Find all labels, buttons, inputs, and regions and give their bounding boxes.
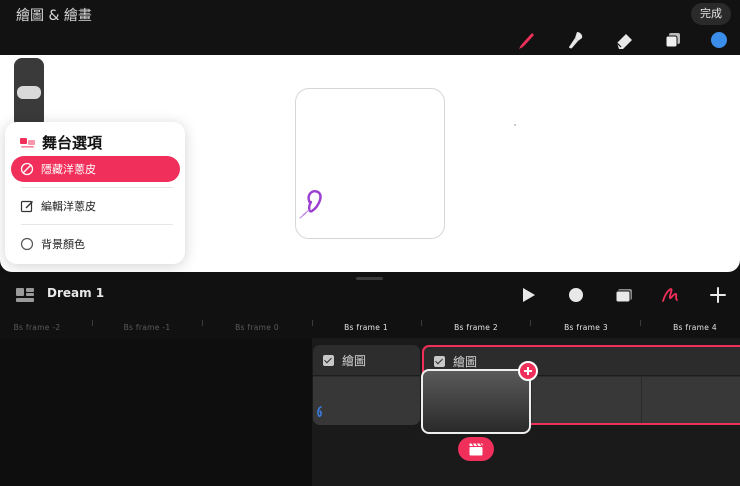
track-header: 繪圖 [313, 345, 420, 376]
slider-thumb[interactable] [17, 86, 41, 99]
hide-onion-skin-option[interactable]: 隱藏洋蔥皮 [11, 156, 180, 182]
popup-header: 舞台選項 [20, 132, 102, 153]
top-bar: 繪圖 & 繪畫 完成 [0, 0, 740, 55]
smudge-icon[interactable] [565, 29, 587, 51]
side-size-slider[interactable] [14, 58, 44, 128]
frame-label[interactable]: Bs frame 1 [344, 323, 388, 332]
project-name: Dream 1 [47, 286, 105, 300]
circle-icon [20, 237, 34, 251]
add-icon[interactable] [708, 285, 728, 305]
color-swatch-icon[interactable] [708, 29, 730, 51]
frame-divider [641, 377, 642, 423]
track-frame-cell[interactable] [313, 377, 420, 425]
eraser-icon[interactable] [613, 29, 635, 51]
record-icon[interactable] [566, 285, 586, 305]
frame-label[interactable]: Bs frame 2 [454, 323, 498, 332]
option-label: 隱藏洋蔥皮 [41, 163, 96, 176]
divider [21, 187, 173, 188]
frame-label[interactable]: Bs frame 3 [564, 323, 608, 332]
ruler-tick [202, 320, 203, 326]
background-color-option[interactable]: 背景顏色 [11, 231, 180, 257]
track-name: 繪圖 [342, 353, 367, 368]
track-clip[interactable]: 繪圖 [313, 345, 420, 425]
brush-icon[interactable] [516, 29, 538, 51]
ruler-tick [530, 320, 531, 326]
option-label: 背景顏色 [41, 238, 85, 251]
frame-label: Bs frame 0 [235, 323, 279, 332]
edit-icon [20, 200, 33, 213]
stage: 舞台選項 隱藏洋蔥皮 編輯洋蔥皮 背景顏色 [0, 55, 740, 272]
stage-options-icon [20, 137, 35, 148]
ruler-tick [421, 320, 422, 326]
frame-label: Bs frame -2 [13, 323, 61, 332]
timeline-empty-region [0, 338, 312, 486]
frame-thumbnail-stroke [317, 406, 322, 417]
ruler-tick [312, 320, 313, 326]
ruler-tick [92, 320, 93, 326]
done-button[interactable]: 完成 [691, 3, 731, 25]
track-visibility-checkbox[interactable] [323, 354, 334, 366]
frames-icon[interactable] [614, 285, 634, 305]
edit-onion-skin-option[interactable]: 編輯洋蔥皮 [11, 193, 180, 219]
timeline-toolbar: Dream 1 [0, 280, 740, 310]
stage-options-popup: 舞台選項 隱藏洋蔥皮 編輯洋蔥皮 背景顏色 [5, 122, 185, 264]
app-title: 繪圖 & 繪畫 [16, 8, 92, 24]
frame-ruler: Bs frame -2 Bs frame -1 Bs frame 0 Bs fr… [0, 320, 740, 338]
storyboard-icon[interactable] [16, 288, 34, 302]
popup-title: 舞台選項 [42, 134, 103, 152]
draw-mode-icon[interactable] [660, 285, 680, 305]
option-label: 編輯洋蔥皮 [41, 200, 96, 213]
divider [21, 224, 173, 225]
track-name: 繪圖 [453, 354, 478, 369]
scene-button[interactable] [458, 437, 494, 461]
track-visibility-checkbox[interactable] [434, 355, 445, 367]
frame-divider [531, 377, 532, 423]
frame-label[interactable]: Bs frame 4 [673, 323, 717, 332]
onion-icon [20, 162, 34, 176]
add-frame-button[interactable] [518, 361, 538, 381]
layers-icon[interactable] [662, 29, 684, 51]
selected-frame[interactable] [421, 369, 531, 434]
ruler-tick [640, 320, 641, 326]
frame-label: Bs frame -1 [123, 323, 171, 332]
clapperboard-icon [469, 443, 483, 456]
play-icon[interactable] [518, 285, 538, 305]
